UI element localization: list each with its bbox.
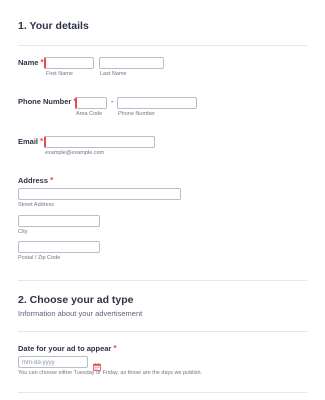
date-placeholder: mm-dd-yyyy <box>22 360 55 366</box>
city-input[interactable] <box>18 215 100 227</box>
required-marker: * <box>113 344 117 353</box>
street-address-input[interactable] <box>18 188 181 200</box>
date-input[interactable]: mm-dd-yyyy <box>18 356 88 368</box>
date-label: Date for your ad to appear * <box>18 344 117 353</box>
first-name-sublabel: First Name <box>46 71 73 77</box>
date-label-text: Date for your ad to appear <box>18 344 112 353</box>
street-address-sublabel: Street Address <box>18 202 55 208</box>
city-sublabel: City <box>18 229 28 235</box>
section-title-details: 1. Your details <box>18 20 89 32</box>
address-label: Address * <box>18 176 53 185</box>
email-label: Email * <box>18 137 43 146</box>
area-code-input[interactable] <box>75 97 107 109</box>
required-marker: * <box>40 137 44 146</box>
phone-label-text: Phone Number <box>18 97 72 106</box>
last-name-input[interactable] <box>99 57 164 69</box>
required-marker: * <box>50 176 54 185</box>
email-help: example@example.com <box>45 150 105 156</box>
phone-number-input[interactable] <box>117 97 197 109</box>
email-input[interactable] <box>44 136 155 148</box>
name-label-text: Name <box>18 58 39 67</box>
section-divider <box>18 45 307 46</box>
section-subtitle: Information about your advertisement <box>18 309 143 318</box>
section-divider <box>18 280 307 281</box>
first-name-input[interactable] <box>44 57 94 69</box>
postal-code-input[interactable] <box>18 241 100 253</box>
section-title-ad-type: 2. Choose your ad type <box>18 294 134 306</box>
postal-code-sublabel: Postal / Zip Code <box>18 255 61 261</box>
area-code-sublabel: Area Code <box>76 111 103 117</box>
date-help: You can choose either Tuesday or Friday,… <box>18 370 203 376</box>
section-divider <box>18 392 307 393</box>
phone-label: Phone Number * <box>18 97 77 106</box>
phone-separator: - <box>111 97 114 106</box>
phone-number-sublabel: Phone Number <box>118 111 155 117</box>
section-divider <box>18 331 307 332</box>
name-label: Name * <box>18 58 44 67</box>
address-label-text: Address <box>18 176 49 185</box>
last-name-sublabel: Last Name <box>100 71 127 77</box>
email-label-text: Email <box>18 137 39 146</box>
